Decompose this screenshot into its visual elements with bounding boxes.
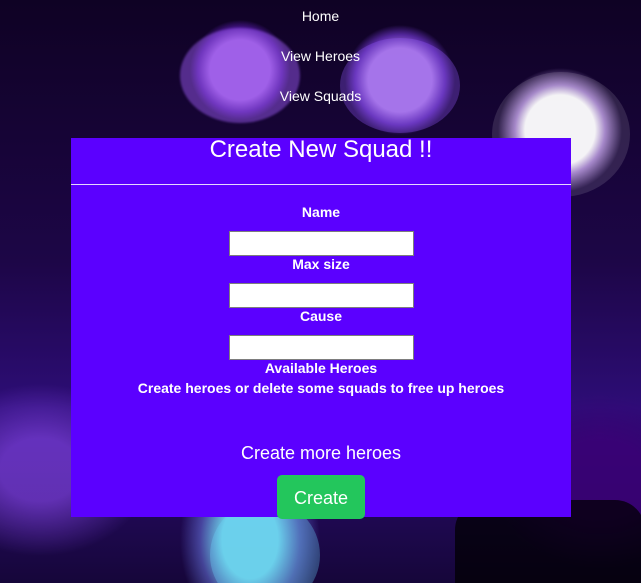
max-size-label: Max size <box>292 256 350 272</box>
nav-view-squads-link[interactable]: View Squads <box>0 80 641 120</box>
create-squad-button[interactable]: Create <box>277 475 365 519</box>
create-more-heroes-link[interactable]: Create more heroes <box>71 442 571 464</box>
cause-input[interactable] <box>228 335 414 360</box>
create-squad-card: Create New Squad !! Name Max size Cause … <box>71 138 571 519</box>
top-navigation: Home View Heroes View Squads <box>0 0 641 120</box>
max-size-input[interactable] <box>228 283 414 308</box>
name-label: Name <box>301 204 341 220</box>
cause-label: Cause <box>299 308 343 324</box>
nav-view-heroes-link[interactable]: View Heroes <box>0 40 641 80</box>
name-input[interactable] <box>228 231 414 256</box>
nav-home-link[interactable]: Home <box>0 0 641 40</box>
available-heroes-empty-message: Create heroes or delete some squads to f… <box>137 380 505 396</box>
create-squad-title: Create New Squad !! <box>71 138 571 185</box>
available-heroes-label: Available Heroes <box>264 360 378 376</box>
create-squad-form: Name Max size Cause Available Heroes Cre… <box>71 185 571 519</box>
